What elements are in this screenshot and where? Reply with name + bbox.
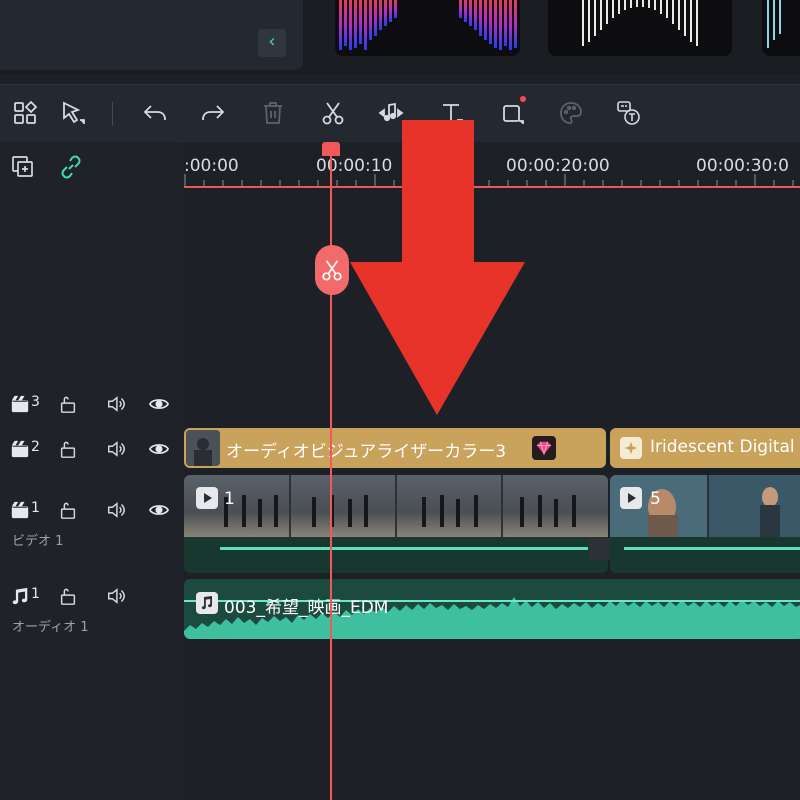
video-filmstrip: [184, 475, 608, 537]
visualizer-bars-graphic: [339, 0, 517, 50]
track-number: 3: [31, 394, 40, 410]
track-header-audio-1: 1 オーディオ 1: [8, 584, 178, 636]
clip-index: 1: [224, 489, 235, 509]
speech-to-text-icon[interactable]: [614, 98, 644, 128]
lock-icon[interactable]: [56, 437, 80, 461]
add-track-icon[interactable]: [10, 154, 36, 180]
video-clip-1[interactable]: 1: [184, 475, 608, 573]
track-number: 2: [31, 439, 40, 455]
redo-icon[interactable]: [198, 98, 228, 128]
link-icon[interactable]: [58, 154, 84, 180]
color-palette-icon[interactable]: [556, 98, 586, 128]
volume-icon[interactable]: [104, 437, 128, 461]
track-label: ビデオ 1: [12, 534, 64, 549]
play-icon: [196, 487, 218, 509]
timecode-label: 00:00:30:0: [696, 156, 789, 176]
visualizer-thumbnail-1[interactable]: [335, 0, 520, 56]
track-header-1: 1 ビデオ 1: [8, 498, 178, 550]
clip-thumbnail: [186, 430, 220, 466]
track-header-panel: [0, 142, 183, 800]
music-icon: [196, 592, 218, 614]
undo-icon[interactable]: [140, 98, 170, 128]
eye-icon[interactable]: [147, 437, 171, 461]
track-header-3: 3: [8, 392, 178, 416]
scissors-icon: [322, 260, 342, 281]
eye-icon[interactable]: [147, 392, 171, 416]
volume-icon[interactable]: [104, 392, 128, 416]
visualizer-arc-graphic: [582, 0, 698, 46]
premium-gem-icon: [532, 436, 556, 460]
volume-icon[interactable]: [104, 498, 128, 522]
notification-dot: [520, 96, 526, 102]
toolbar-divider: [112, 102, 113, 126]
audio-clip[interactable]: 003_希望_映画_EDM: [184, 579, 800, 639]
visualizer-partial-graphic: [767, 0, 781, 48]
volume-icon[interactable]: [104, 584, 128, 608]
video-track-icon: [8, 392, 32, 416]
clip-title: オーディオビジュアライザーカラー3: [226, 442, 507, 462]
lock-icon[interactable]: [56, 498, 80, 522]
timecode-label: :00:00: [184, 156, 239, 176]
collapse-panel-button[interactable]: ‹: [258, 29, 286, 57]
video-track-icon: [8, 437, 32, 461]
select-tool-icon[interactable]: [58, 98, 88, 128]
video-track-icon: [8, 498, 32, 522]
clip-index: 5: [650, 489, 661, 509]
eye-icon[interactable]: [147, 498, 171, 522]
playhead-split-button[interactable]: [315, 245, 349, 295]
video-clip-2[interactable]: 5: [610, 475, 800, 573]
audio-level-line: [624, 547, 800, 550]
visualizer-clip[interactable]: オーディオビジュアライザーカラー3: [184, 428, 606, 468]
layout-icon[interactable]: [10, 98, 40, 128]
track-number: 1: [31, 500, 40, 516]
split-scissors-icon[interactable]: [318, 98, 348, 128]
visualizer-thumbnail-3[interactable]: [762, 0, 800, 56]
track-header-2: 2: [8, 437, 178, 461]
annotation-arrow: [350, 120, 525, 415]
track-label: オーディオ 1: [12, 620, 89, 635]
audio-level-line: [220, 547, 588, 550]
effect-icon: [620, 437, 642, 459]
effect-clip[interactable]: Iridescent Digital: [610, 428, 800, 468]
clip-title: Iridescent Digital: [650, 437, 795, 457]
clip-title: 003_希望_映画_EDM: [224, 598, 389, 618]
lock-icon[interactable]: [56, 584, 80, 608]
delete-icon[interactable]: [258, 98, 288, 128]
music-note-icon: [8, 584, 32, 608]
lock-icon[interactable]: [56, 392, 80, 416]
visualizer-thumbnail-2[interactable]: [548, 0, 732, 56]
track-number: 1: [31, 586, 40, 602]
play-icon: [620, 487, 642, 509]
